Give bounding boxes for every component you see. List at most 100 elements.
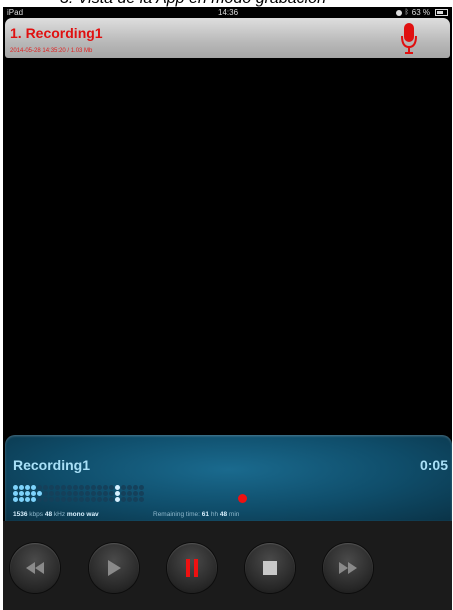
play-button[interactable]: [89, 543, 139, 593]
elapsed-time: 0:05: [419, 457, 448, 473]
level-meter-dot: [91, 485, 96, 490]
level-meter-dot: [55, 485, 60, 490]
level-meter-dot: [91, 497, 96, 502]
level-meter-dot: [13, 491, 18, 496]
level-meter-dot: [13, 497, 18, 502]
level-meter-dot: [73, 497, 78, 502]
audio-format: mono wav: [66, 511, 99, 518]
level-meter-dot: [37, 485, 42, 490]
level-meter: [13, 485, 144, 503]
level-meter-dot: [127, 485, 132, 490]
bluetooth-icon: ᛒ: [404, 9, 409, 16]
level-meter-dot: [109, 485, 114, 490]
level-meter-row: [13, 485, 144, 490]
level-meter-dot: [49, 491, 54, 496]
rewind-button[interactable]: [10, 543, 60, 593]
battery-percent: 63 %: [411, 8, 430, 17]
microphone-icon[interactable]: [401, 23, 417, 55]
level-meter-dot: [115, 497, 120, 502]
recording-format-info: 1536 kbps 48 kHz mono wav Remaining time…: [13, 511, 239, 518]
minutes-unit: min: [228, 511, 240, 518]
level-meter-dot: [37, 491, 42, 496]
status-right: ᛒ 63 %: [395, 7, 448, 18]
samplerate-unit: kHz: [53, 511, 66, 518]
level-meter-dot: [73, 491, 78, 496]
level-meter-dot: [97, 485, 102, 490]
bitrate-value: 1536: [13, 511, 28, 518]
stop-icon: [263, 561, 277, 575]
level-meter-dot: [13, 485, 18, 490]
level-meter-dot: [79, 491, 84, 496]
level-meter-dot: [91, 491, 96, 496]
level-meter-dot: [121, 497, 126, 502]
status-time: 14:36: [218, 8, 239, 17]
level-meter-dot: [61, 485, 66, 490]
level-meter-dot: [97, 491, 102, 496]
hours-unit: hh: [210, 511, 219, 518]
level-meter-dot: [85, 485, 90, 490]
level-meter-dot: [115, 485, 120, 490]
remaining-hours: 61: [201, 511, 210, 518]
stop-button[interactable]: [245, 543, 295, 593]
level-meter-dot: [61, 491, 66, 496]
fast-forward-icon: [339, 562, 357, 574]
level-meter-dot: [25, 497, 30, 502]
level-meter-dot: [49, 497, 54, 502]
level-meter-dot: [103, 497, 108, 502]
level-meter-dot: [103, 485, 108, 490]
level-meter-dot: [67, 491, 72, 496]
status-bar: iPad 14:36 ᛒ 63 %: [3, 7, 452, 18]
level-meter-dot: [67, 485, 72, 490]
pause-icon: [186, 559, 198, 577]
level-meter-dot: [55, 491, 60, 496]
level-meter-dot: [73, 485, 78, 490]
rewind-icon: [26, 562, 44, 574]
level-meter-dot: [43, 497, 48, 502]
level-meter-dot: [133, 497, 138, 502]
remaining-label: Remaining time:: [153, 511, 200, 518]
fast-forward-button[interactable]: [323, 543, 373, 593]
level-meter-dot: [85, 491, 90, 496]
recording-name: Recording1: [13, 457, 91, 473]
level-meter-dot: [127, 491, 132, 496]
level-meter-dot: [139, 485, 144, 490]
level-meter-dot: [127, 497, 132, 502]
level-meter-dot: [139, 497, 144, 502]
level-meter-dot: [115, 491, 120, 496]
level-meter-dot: [79, 485, 84, 490]
level-meter-dot: [79, 497, 84, 502]
level-meter-dot: [55, 497, 60, 502]
level-meter-dot: [97, 497, 102, 502]
samplerate-value: 48: [44, 511, 53, 518]
level-meter-dot: [19, 491, 24, 496]
level-meter-dot: [19, 497, 24, 502]
level-meter-dot: [49, 485, 54, 490]
level-meter-dot: [85, 497, 90, 502]
recording-header[interactable]: 1. Recording1 2014-05-28 14:35:20 / 1.03…: [5, 18, 450, 58]
level-meter-row: [13, 491, 144, 496]
recording-indicator-icon: [238, 494, 247, 503]
recording-meta: 2014-05-28 14:35:20 / 1.03 Mb: [10, 48, 93, 54]
level-meter-dot: [133, 491, 138, 496]
bitrate-unit: kbps: [29, 511, 44, 518]
level-meter-dot: [133, 485, 138, 490]
level-meter-dot: [31, 497, 36, 502]
level-meter-dot: [61, 497, 66, 502]
app-screen: iPad 14:36 ᛒ 63 % 1. Recording1 2014-05-…: [3, 7, 452, 610]
level-meter-dot: [43, 491, 48, 496]
pause-button[interactable]: [167, 543, 217, 593]
level-meter-dot: [109, 497, 114, 502]
level-meter-row: [13, 497, 144, 502]
level-meter-dot: [19, 485, 24, 490]
level-meter-dot: [37, 497, 42, 502]
level-meter-dot: [43, 485, 48, 490]
alarm-icon: [395, 9, 402, 16]
device-name: iPad: [7, 8, 24, 17]
remaining-minutes: 48: [219, 511, 228, 518]
level-meter-dot: [25, 491, 30, 496]
remaining-time: Remaining time: 61 hh 48 min: [153, 511, 239, 518]
recording-title: 1. Recording1: [10, 25, 103, 41]
recording-info-panel: Recording1 0:05 1536 kbps 48 kHz mono wa…: [5, 435, 452, 521]
level-meter-dot: [121, 491, 126, 496]
play-icon: [108, 560, 121, 576]
